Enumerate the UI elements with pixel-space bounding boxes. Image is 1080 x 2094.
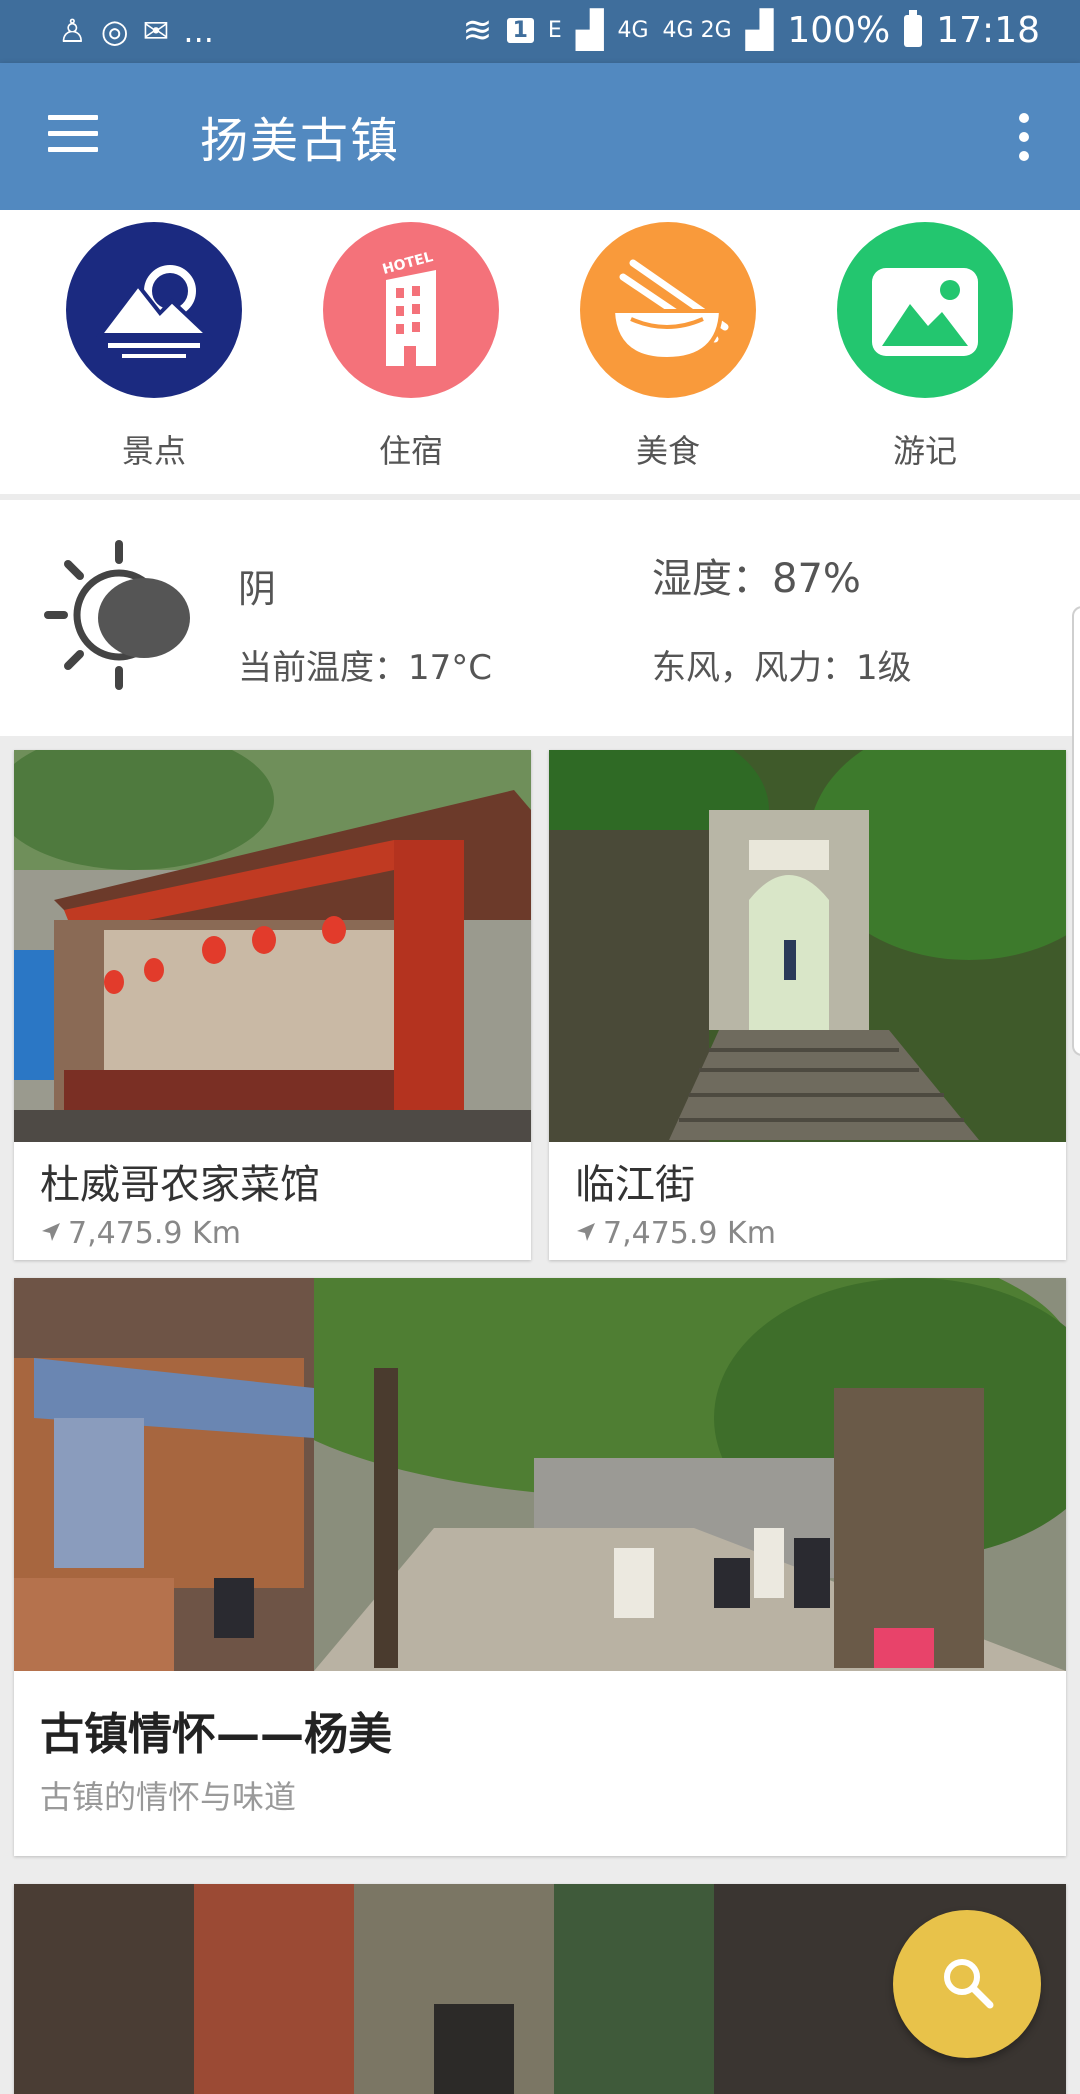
edge-panel-handle[interactable] [1072,606,1080,1056]
app-title: 扬美古镇 [200,113,401,169]
weather-panel: 阴 当前温度：17°C 湿度：87% 东风，风力：1级 [0,500,1080,1056]
place-title: 临江街 [575,1162,695,1208]
person-icon: ♙ [58,12,87,50]
battery-icon [904,9,923,47]
navigation-arrow-icon [575,1216,597,1251]
article-photo [14,1278,1066,1671]
sun-cloud-icon [44,540,194,690]
network-e: E [547,18,562,43]
sim-badge: 1 [506,18,534,43]
wifi-icon: ≋ [462,10,493,51]
category-travelogue[interactable]: 游记 [837,222,1013,472]
search-icon [940,1955,994,2013]
status-right: ≋ 1 E ▟ 4G 4G 2G ▟ 100% 17:18 [462,9,1040,51]
bowl-chopsticks-icon [580,222,756,398]
category-label: 游记 [892,432,957,470]
category-food[interactable]: 美食 [580,222,756,472]
place-distance-value: 7,475.9 Km [68,1216,241,1251]
place-title: 杜威哥农家菜馆 [40,1162,320,1208]
category-label: 住宿 [378,432,443,470]
more-vert-icon[interactable] [1016,113,1032,161]
hamburger-menu-icon[interactable] [48,115,98,155]
place-distance-value: 7,475.9 Km [603,1216,776,1251]
status-bar: ♙ ◎ ✉ ... ≋ 1 E ▟ 4G 4G 2G ▟ 100% 17:18 [0,0,1080,63]
hotel-building-icon: HOTEL [323,222,499,398]
wechat-icon: ✉ [142,12,170,50]
status-left: ♙ ◎ ✉ ... [58,12,214,50]
circle-icon: ◎ [100,12,129,50]
signal-icon-2: ▟ [745,10,774,51]
street-photo [549,750,1066,1142]
category-attractions[interactable]: 景点 [66,222,242,472]
category-hotels[interactable]: HOTEL 住宿 [323,222,499,472]
search-fab[interactable] [893,1910,1041,2058]
navigation-arrow-icon [40,1216,62,1251]
restaurant-photo [14,750,531,1142]
network-4g2g: 4G 2G [662,18,732,43]
weather-wind: 东风，风力：1级 [652,648,912,688]
signal-icon: ▟ [575,10,604,51]
app-bar: 扬美古镇 [0,63,1080,210]
article-title: 古镇情怀——杨美 [40,1709,392,1760]
mountain-sun-icon [66,222,242,398]
status-ellipsis: ... [183,12,214,50]
category-label: 景点 [121,432,186,470]
place-distance: 7,475.9 Km [40,1216,241,1251]
weather-temperature: 当前温度：17°C [238,648,493,688]
place-distance: 7,475.9 Km [575,1216,776,1251]
place-card-restaurant[interactable]: 杜威哥农家菜馆 7,475.9 Km [14,750,531,1260]
network-4g: 4G [617,18,649,43]
article-card[interactable]: 古镇情怀——杨美 古镇的情怀与味道 [14,1278,1066,1856]
category-label: 美食 [635,432,700,470]
category-panel: 景点 HOTEL 住宿 美食 游记 [0,210,1080,494]
weather-humidity: 湿度：87% [652,556,861,602]
place-card-street[interactable]: 临江街 7,475.9 Km [549,750,1066,1260]
weather-condition: 阴 [238,567,277,611]
clock: 17:18 [936,10,1040,51]
landscape-icon [837,222,1013,398]
article-subtitle: 古镇的情怀与味道 [40,1778,297,1816]
battery-percent: 100% [787,10,891,51]
